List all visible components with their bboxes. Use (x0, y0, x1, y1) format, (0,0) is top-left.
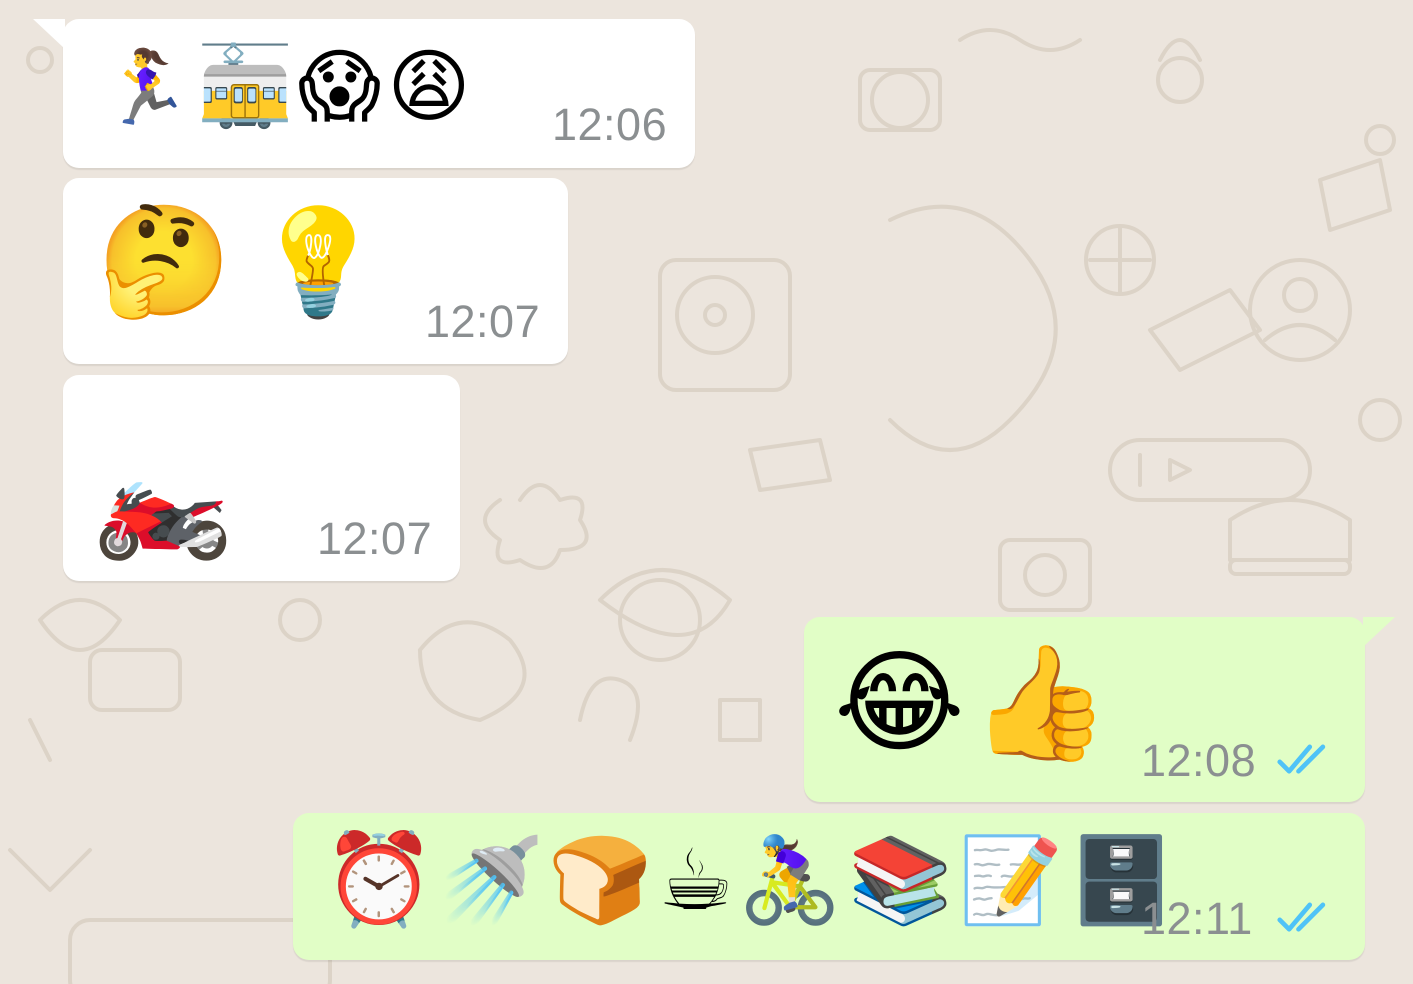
thinking-face-icon: 🤔 (97, 199, 232, 324)
motorcycle-icon: 🏍️ (93, 434, 233, 564)
shower-icon: 🚿 (439, 831, 544, 929)
message-bubble-outgoing[interactable]: 😂 👍 12:08 (804, 617, 1395, 802)
tears-of-joy-icon: 😂 (834, 638, 965, 768)
emoji-row: 😂 👍 (834, 647, 1110, 759)
weary-face-icon: 😩 (387, 40, 471, 133)
message-timestamp: 12:07 (425, 296, 541, 347)
message-timestamp: 12:08 (1141, 735, 1257, 786)
light-bulb-icon: 💡 (253, 201, 383, 323)
emoji-row: 🤔 💡 (97, 208, 383, 316)
memo-icon: 📝 (958, 831, 1064, 929)
message-bubble-incoming[interactable]: 🏃‍♀️ 🚋 😱 😩 12:06 (33, 19, 695, 168)
emoji-row: ⏰ 🚿 🍞 ☕ 🚴‍♀️ 📚 📝 🗄️ (323, 835, 1174, 925)
screaming-face-icon: 😱 (297, 40, 382, 133)
tram-car-icon: 🚋 (196, 42, 294, 132)
double-check-read-icon (1277, 744, 1326, 774)
message-timestamp: 12:11 (1141, 893, 1253, 944)
books-icon: 📚 (848, 831, 953, 929)
emoji-row: 🏃‍♀️ 🚋 😱 😩 (101, 47, 471, 127)
bubble-tail (33, 19, 65, 49)
alarm-clock-icon: ⏰ (323, 827, 436, 932)
bubble-tail (1363, 617, 1395, 647)
emoji-row: 🏍️ (93, 443, 232, 555)
message-timestamp: 12:06 (552, 99, 668, 150)
message-bubble-incoming[interactable]: 🏍️ 12:07 (63, 375, 460, 581)
hot-beverage-icon: ☕ (658, 831, 734, 929)
bread-icon: 🍞 (547, 831, 653, 929)
woman-biking-icon: 🚴‍♀️ (737, 831, 843, 929)
thumbs-up-icon: 👍 (970, 638, 1111, 768)
message-bubble-incoming[interactable]: 🤔 💡 12:07 (63, 178, 568, 364)
woman-running-icon: 🏃‍♀️ (101, 45, 191, 129)
message-bubble-outgoing[interactable]: ⏰ 🚿 🍞 ☕ 🚴‍♀️ 📚 📝 🗄️ 12:11 (293, 813, 1365, 960)
message-timestamp: 12:07 (317, 513, 433, 564)
double-check-read-icon (1277, 902, 1326, 932)
